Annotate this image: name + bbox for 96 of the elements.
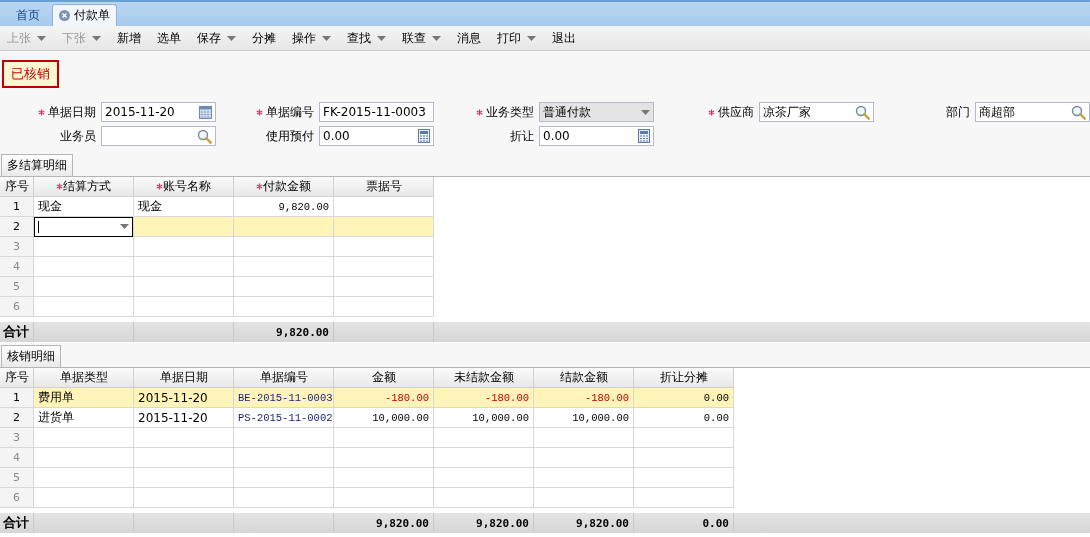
search-icon[interactable] (197, 128, 212, 144)
toolbar-button[interactable]: 退出 (547, 29, 587, 47)
row-number: 2 (0, 217, 34, 237)
column-header: 结款金额 (534, 368, 634, 388)
column-header: 单据编号 (234, 368, 334, 388)
toolbar-button[interactable]: 操作 (287, 29, 342, 47)
column-header: 未结款金额 (434, 368, 534, 388)
toolbar-button[interactable]: 选单 (152, 29, 192, 47)
caret-icon (120, 224, 129, 229)
field-label: 使用预付 (266, 127, 314, 145)
calculator-icon[interactable] (638, 129, 650, 143)
total-cell: 9,820.00 (234, 322, 334, 342)
input-field[interactable]: 0.00 (319, 126, 434, 146)
table-cell: 现金 (134, 197, 234, 217)
column-header: 折让分摊 (634, 368, 734, 388)
column-header: 金额 (334, 368, 434, 388)
table-cell: -180.00 (434, 388, 534, 408)
search-icon[interactable] (855, 104, 870, 120)
tab[interactable]: 首页 (6, 4, 50, 26)
toolbar-button[interactable]: 消息 (452, 29, 492, 47)
table-cell: PS-2015-11-0002 (234, 408, 334, 428)
toolbar-button[interactable]: 保存 (192, 29, 247, 47)
table-cell: 进货单 (34, 408, 134, 428)
table-cell: 费用单 (34, 388, 134, 408)
row-number: 4 (0, 257, 34, 277)
row-number: 1 (0, 197, 34, 217)
table-cell: 2015-11-20 (134, 388, 234, 408)
table-cell: 10,000.00 (334, 408, 434, 428)
input-field[interactable]: 0.00 (539, 126, 654, 146)
row-number: 2 (0, 408, 34, 428)
table-cell: 10,000.00 (534, 408, 634, 428)
field-label: 供应商 (718, 103, 754, 121)
status-badge: 已核销 (2, 59, 59, 88)
caret-icon (227, 35, 236, 41)
field-label: 折让 (510, 127, 534, 145)
table-cell: 0.00 (634, 408, 734, 428)
column-header: 票据号 (334, 177, 434, 197)
row-number: 5 (0, 277, 34, 297)
column-header: 单据类型 (34, 368, 134, 388)
toolbar-button[interactable]: 联查 (397, 29, 452, 47)
table-cell: 2015-11-20 (134, 408, 234, 428)
caret-icon (37, 35, 46, 41)
table-cell: 9,820.00 (234, 197, 334, 217)
field-label: 部门 (946, 103, 970, 121)
calculator-icon[interactable] (418, 129, 430, 143)
field-label: 业务员 (60, 127, 96, 145)
toolbar-button[interactable]: 分摊 (247, 29, 287, 47)
caret-icon (377, 35, 386, 41)
input-field[interactable]: FK-2015-11-0003 (319, 102, 434, 122)
total-label: 合计 (0, 322, 34, 342)
caret-icon (92, 35, 101, 41)
toolbar-button[interactable]: 打印 (492, 29, 547, 47)
search-icon[interactable] (1071, 104, 1086, 120)
column-header: 付款金额 (234, 177, 334, 197)
total-label: 合计 (0, 513, 34, 533)
row-number: 6 (0, 488, 34, 508)
row-number: 1 (0, 388, 34, 408)
row-number: 4 (0, 448, 34, 468)
total-cell: 9,820.00 (334, 513, 434, 533)
table-cell: BE-2015-11-0003 (234, 388, 334, 408)
input-field[interactable] (101, 126, 216, 146)
close-icon[interactable] (59, 10, 70, 21)
field-label: 单据编号 (266, 103, 314, 121)
table-cell: -180.00 (334, 388, 434, 408)
table-cell: 0.00 (634, 388, 734, 408)
column-header: 账号名称 (134, 177, 234, 197)
total-cell: 9,820.00 (534, 513, 634, 533)
caret-icon (527, 35, 536, 41)
toolbar-button[interactable]: 查找 (342, 29, 397, 47)
input-field[interactable]: 2015-11-20 (101, 102, 216, 122)
table-cell: 10,000.00 (434, 408, 534, 428)
row-number: 3 (0, 428, 34, 448)
caret-icon (432, 35, 441, 41)
total-cell: 9,820.00 (434, 513, 534, 533)
table-cell: 现金 (34, 197, 134, 217)
caret-icon (641, 109, 650, 115)
column-header: 结算方式 (34, 177, 134, 197)
field-label: 业务类型 (486, 103, 534, 121)
toolbar-button[interactable]: 新增 (112, 29, 152, 47)
field-label: 单据日期 (48, 103, 96, 121)
section-tab[interactable]: 核销明细 (1, 345, 61, 367)
section-tab[interactable]: 多结算明细 (1, 154, 73, 176)
dropdown-editor[interactable] (34, 216, 133, 237)
column-header: 序号 (0, 177, 34, 197)
row-number: 3 (0, 237, 34, 257)
column-header: 序号 (0, 368, 34, 388)
table-cell: -180.00 (534, 388, 634, 408)
caret-icon (322, 35, 331, 41)
row-number: 6 (0, 297, 34, 317)
total-cell: 0.00 (634, 513, 734, 533)
calendar-icon[interactable] (199, 105, 212, 119)
column-header: 单据日期 (134, 368, 234, 388)
row-number: 5 (0, 468, 34, 488)
tab[interactable]: 付款单 (52, 4, 117, 26)
input-field[interactable]: 商超部 (975, 102, 1090, 122)
input-field[interactable]: 凉茶厂家 (759, 102, 874, 122)
